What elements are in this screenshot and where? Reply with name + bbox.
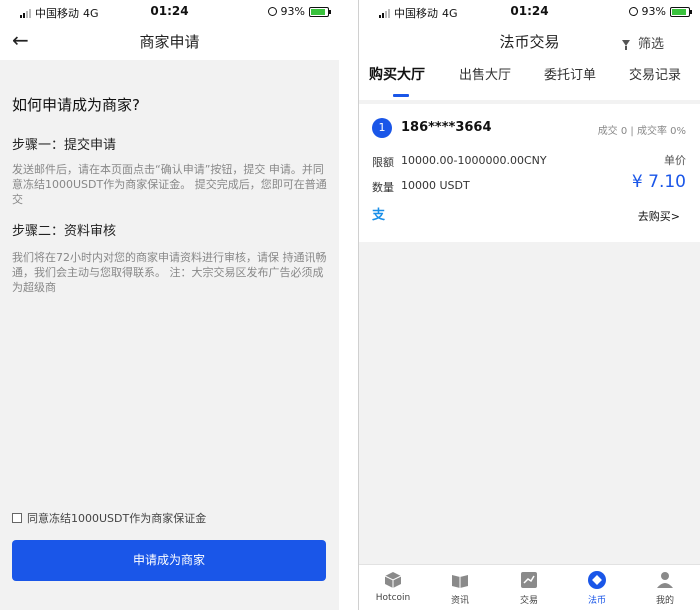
filter-label: 筛选 <box>637 37 664 52</box>
nav-fiat[interactable]: 法币 <box>567 570 627 606</box>
alipay-icon: 支 <box>372 208 386 223</box>
fiat-icon <box>588 571 606 589</box>
apply-merchant-button[interactable]: 申请成为商家 <box>12 540 326 581</box>
step1-text: 发送邮件后，请在本页面点击“确认申请”按钮，提交 申请。并同意冻结1000USD… <box>12 163 327 206</box>
page-title: 商家申请 <box>139 33 200 51</box>
apply-content: 如何申请成为商家? 步骤一：提交申请 发送邮件后，请在本页面点击“确认申请”按钮… <box>0 60 339 610</box>
merchant-name: 186****3664 <box>401 120 492 135</box>
nav-label: Hotcoin <box>375 593 411 603</box>
funnel-icon <box>621 39 630 50</box>
limit-value: 10000.00-1000000.00CNY <box>401 154 547 167</box>
unit-price-label: 单价 <box>664 154 686 167</box>
unit-price: ¥ 7.10 <box>631 172 686 192</box>
tab-sell-hall[interactable]: 出售大厅 <box>459 64 511 83</box>
step2-title: 步骤二：资料审核 <box>12 224 117 239</box>
nav-news[interactable]: 资讯 <box>430 570 490 606</box>
step1-title: 步骤一：提交申请 <box>12 138 117 153</box>
battery-icon <box>309 6 331 17</box>
qty-value: 10000 USDT <box>401 179 470 192</box>
limit-label: 限额 <box>372 156 394 169</box>
chart-icon <box>521 572 537 588</box>
battery-icon <box>670 6 692 17</box>
step2-text: 我们将在72小时内对您的商家申请资料进行审核，请保 持通讯畅通，我们会主动与您取… <box>12 251 327 294</box>
page-header: ← 商家申请 <box>0 24 339 60</box>
nav-label: 法币 <box>587 596 606 606</box>
nav-label: 交易 <box>519 596 538 606</box>
agree-label: 同意冻结1000USDT作为商家保证金 <box>27 512 207 525</box>
fiat-trade-screen: 中国移动 4G 01:24 93% 法币交易 筛选 购买大厅 出售大厅 委托订单… <box>358 0 700 610</box>
status-bar: 中国移动 4G 01:24 93% <box>359 0 700 24</box>
nav-trade[interactable]: 交易 <box>499 570 559 606</box>
book-icon <box>452 575 468 588</box>
cube-icon <box>384 572 402 588</box>
nav-label: 资讯 <box>450 596 469 606</box>
tab-records[interactable]: 交易记录 <box>629 64 681 83</box>
page-header: 法币交易 筛选 <box>359 24 700 58</box>
tab-orders[interactable]: 委托订单 <box>544 64 596 83</box>
merchant-apply-screen: 中国移动 4G 01:24 93% ← 商家申请 如何申请成为商家? 步骤一：提… <box>0 0 339 610</box>
bottom-nav: Hotcoin 资讯 交易 法币 我的 <box>359 564 700 610</box>
battery-percent: 93% <box>641 5 666 18</box>
active-tab-indicator <box>393 94 409 97</box>
listing-area: 1 186****3664 成交 0 | 成交率 0% 限额 10000.00-… <box>359 100 700 610</box>
agree-checkbox-row[interactable]: 同意冻结1000USDT作为商家保证金 <box>12 510 206 526</box>
user-icon <box>657 572 673 588</box>
merchant-stats: 成交 0 | 成交率 0% <box>597 126 686 137</box>
filter-button[interactable]: 筛选 <box>621 33 664 52</box>
trade-tabs: 购买大厅 出售大厅 委托订单 交易记录 <box>359 58 700 100</box>
alarm-icon <box>267 7 277 16</box>
rank-badge: 1 <box>372 118 392 138</box>
question-heading: 如何申请成为商家? <box>12 96 140 114</box>
nav-label: 我的 <box>655 596 674 606</box>
buy-link[interactable]: 去购买> <box>638 208 680 224</box>
tab-buy-hall[interactable]: 购买大厅 <box>369 64 425 84</box>
listing-card[interactable]: 1 186****3664 成交 0 | 成交率 0% 限额 10000.00-… <box>359 104 700 242</box>
status-bar: 中国移动 4G 01:24 93% <box>0 0 339 24</box>
agree-checkbox[interactable] <box>12 513 22 523</box>
divider <box>339 0 358 610</box>
nav-hotcoin[interactable]: Hotcoin <box>363 570 423 603</box>
nav-me[interactable]: 我的 <box>635 570 695 606</box>
battery-percent: 93% <box>280 5 305 18</box>
qty-label: 数量 <box>372 181 394 194</box>
alarm-icon <box>628 7 638 16</box>
